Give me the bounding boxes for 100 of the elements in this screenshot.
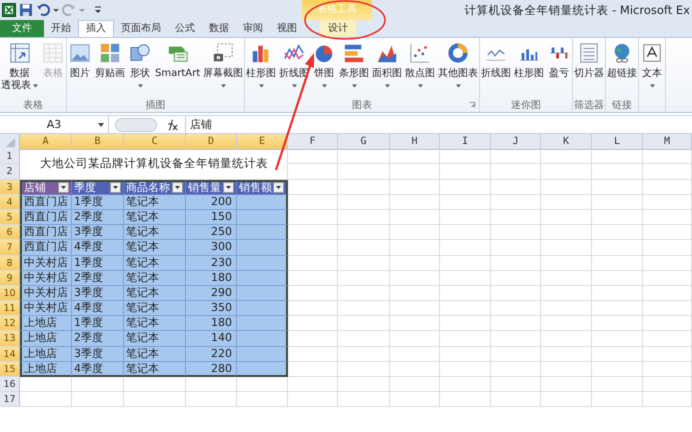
ribbon-button[interactable]: 剪贴画 (95, 39, 125, 97)
empty-cell[interactable] (491, 240, 541, 256)
row-header[interactable]: 14 (0, 346, 20, 362)
empty-cell[interactable] (592, 270, 643, 286)
column-header[interactable]: D (186, 134, 237, 150)
empty-cell[interactable] (592, 164, 643, 180)
empty-cell[interactable] (440, 377, 491, 392)
column-header[interactable]: F (288, 134, 338, 150)
empty-cell[interactable] (338, 331, 390, 347)
empty-cell[interactable] (390, 149, 440, 164)
empty-cell[interactable] (541, 316, 592, 332)
ribbon-tab[interactable]: 插入 (78, 20, 114, 37)
empty-cell[interactable] (592, 225, 643, 240)
row-header[interactable]: 13 (0, 331, 20, 347)
empty-cell[interactable] (643, 180, 692, 195)
row-header[interactable]: 1 (0, 149, 20, 164)
empty-cell[interactable] (338, 164, 390, 180)
empty-cell[interactable] (643, 270, 692, 286)
empty-cell[interactable] (592, 256, 643, 271)
ribbon-button[interactable]: 文本 (640, 39, 664, 97)
empty-cell[interactable] (541, 149, 592, 164)
filter-dropdown-icon[interactable] (223, 182, 234, 194)
column-header[interactable]: L (592, 134, 643, 150)
column-header[interactable]: H (390, 134, 440, 150)
empty-cell[interactable] (592, 331, 643, 347)
empty-cell[interactable] (643, 240, 692, 256)
excel-logo-icon[interactable] (2, 3, 16, 17)
filter-dropdown-icon[interactable] (172, 182, 183, 194)
empty-cell[interactable] (440, 225, 491, 240)
empty-cell[interactable] (440, 301, 491, 316)
empty-cell[interactable] (592, 180, 643, 195)
ribbon-tab[interactable]: 公式 (168, 20, 202, 37)
empty-cell[interactable] (390, 240, 440, 256)
empty-cell[interactable] (390, 180, 440, 195)
empty-cell[interactable] (390, 346, 440, 362)
empty-cell[interactable] (592, 286, 643, 302)
empty-cell[interactable] (491, 225, 541, 240)
table-header-cell[interactable]: 商品名称 (124, 180, 186, 195)
empty-cell[interactable] (491, 210, 541, 226)
filter-dropdown-icon[interactable] (58, 182, 69, 194)
ribbon-button[interactable]: SmartArt (155, 39, 200, 97)
row-header[interactable]: 6 (0, 225, 20, 240)
column-header[interactable]: E (237, 134, 288, 150)
empty-cell[interactable] (541, 331, 592, 347)
ribbon-tab[interactable]: 视图 (270, 20, 304, 37)
empty-cell[interactable] (390, 331, 440, 347)
row-header[interactable]: 5 (0, 210, 20, 226)
save-icon[interactable] (19, 3, 33, 17)
empty-cell[interactable] (338, 256, 390, 271)
empty-cell[interactable] (541, 346, 592, 362)
empty-cell[interactable] (390, 392, 440, 408)
empty-cell[interactable] (541, 240, 592, 256)
empty-cell[interactable] (338, 377, 390, 392)
row-header[interactable]: 11 (0, 301, 20, 316)
empty-cell[interactable] (237, 392, 288, 408)
empty-cell[interactable] (338, 149, 390, 164)
table-header-cell[interactable]: 店铺 (20, 180, 72, 195)
customize-toolbar-icon[interactable] (94, 5, 102, 15)
empty-cell[interactable] (186, 377, 237, 392)
column-header[interactable]: G (338, 134, 390, 150)
empty-cell[interactable] (440, 286, 491, 302)
empty-cell[interactable] (288, 149, 338, 164)
row-header[interactable]: 4 (0, 194, 20, 210)
empty-cell[interactable] (390, 377, 440, 392)
empty-cell[interactable] (592, 210, 643, 226)
ribbon-button[interactable]: 形状 (128, 39, 152, 97)
ribbon-button[interactable]: 折线图 (481, 39, 512, 97)
ribbon-button[interactable]: 盈亏 (547, 39, 572, 97)
empty-cell[interactable] (440, 194, 491, 210)
empty-cell[interactable] (491, 316, 541, 332)
empty-cell[interactable] (592, 240, 643, 256)
row-header[interactable]: 10 (0, 286, 20, 302)
empty-cell[interactable] (491, 164, 541, 180)
row-header[interactable]: 2 (0, 164, 20, 180)
empty-cell[interactable] (592, 377, 643, 392)
ribbon-button[interactable]: 饼图 (312, 39, 336, 97)
ribbon-tab[interactable]: 开始 (44, 20, 78, 37)
empty-cell[interactable] (592, 301, 643, 316)
empty-cell[interactable] (541, 256, 592, 271)
empty-cell[interactable] (390, 164, 440, 180)
empty-cell[interactable] (643, 377, 692, 392)
empty-cell[interactable] (643, 194, 692, 210)
empty-cell[interactable] (491, 286, 541, 302)
ribbon-button[interactable]: 其他图表 (438, 39, 478, 97)
empty-cell[interactable] (643, 164, 692, 180)
empty-cell[interactable] (541, 362, 592, 377)
empty-cell[interactable] (643, 331, 692, 347)
empty-cell[interactable] (390, 301, 440, 316)
empty-cell[interactable] (440, 256, 491, 271)
ribbon-button[interactable]: 超链接 (607, 39, 638, 97)
empty-cell[interactable] (390, 256, 440, 271)
column-header[interactable]: I (440, 134, 491, 150)
empty-cell[interactable] (643, 225, 692, 240)
row-header[interactable]: 12 (0, 316, 20, 332)
empty-cell[interactable] (643, 346, 692, 362)
empty-cell[interactable] (541, 392, 592, 408)
column-header[interactable]: A (20, 134, 72, 150)
select-all-corner[interactable] (0, 134, 20, 150)
formula-controls[interactable] (115, 116, 157, 133)
empty-cell[interactable] (338, 240, 390, 256)
